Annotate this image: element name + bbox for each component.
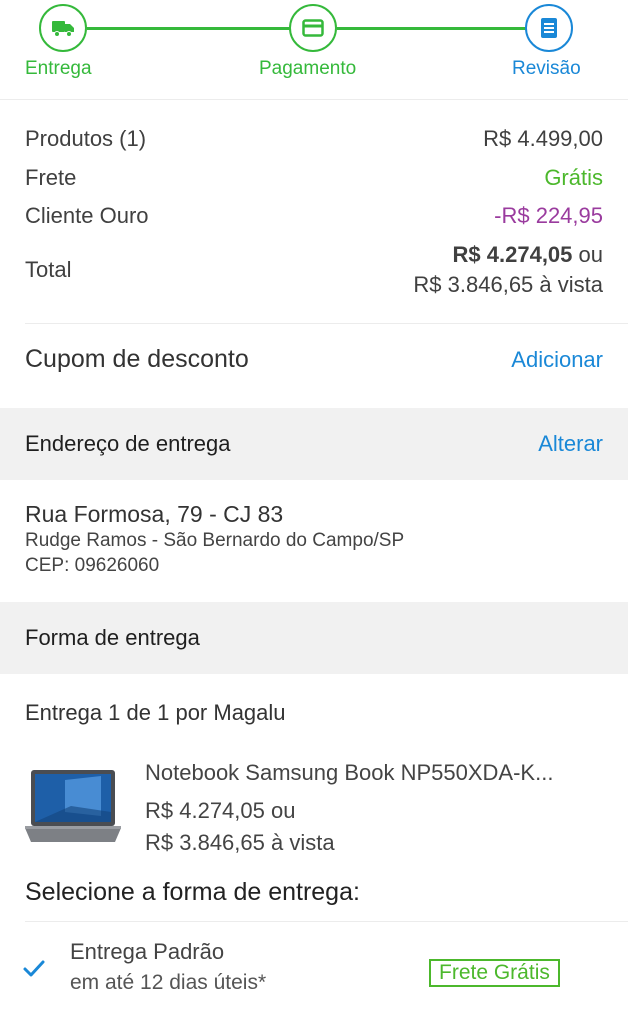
address-section-title: Endereço de entrega: [25, 431, 231, 456]
shipping-option-name: Entrega Padrão: [70, 939, 225, 964]
product-price: R$ 4.274,05 ou: [145, 798, 296, 823]
step-pagamento[interactable]: [289, 4, 337, 52]
gold-customer-discount: -R$ 224,95: [494, 203, 603, 228]
delivery-section-title: Forma de entrega: [25, 625, 200, 650]
gold-customer-row: Cliente Ouro -R$ 224,95: [25, 203, 603, 229]
shipping-option-eta: em até 12 dias úteis*: [70, 971, 267, 994]
total-cash: R$ 3.846,65 à vista: [413, 272, 603, 297]
checkmark-icon: [23, 960, 45, 977]
total-row: Total R$ 4.274,05 ou R$ 3.846,65 à vista: [25, 240, 603, 300]
total-or: ou: [572, 242, 603, 267]
document-list-icon: [541, 18, 557, 38]
address-section-header: Endereço de entrega Alterar: [0, 408, 628, 480]
shipping-options-title: Selecione a forma de entrega:: [25, 878, 360, 906]
checkout-stepper: Entrega Pagamento Revisão: [0, 0, 628, 100]
step-line-2: [337, 27, 527, 30]
total-values: R$ 4.274,05 ou R$ 3.846,65 à vista: [413, 240, 603, 300]
truck-icon: [52, 21, 74, 37]
step-label-pagamento: Pagamento: [259, 58, 357, 79]
total-label: Total: [25, 257, 72, 282]
delivery-count-prefix: Entrega: [25, 700, 109, 725]
step-entrega[interactable]: [39, 4, 87, 52]
step-label-entrega: Entrega: [25, 58, 92, 79]
delivery-seller: por Magalu: [169, 700, 286, 725]
gold-customer-label: Cliente Ouro: [25, 203, 149, 228]
step-line-1: [87, 27, 291, 30]
coupon-row: Cupom de desconto Adicionar: [25, 345, 603, 374]
total-value: R$ 4.274,05: [452, 242, 573, 267]
address-street: Rua Formosa, 79 - CJ 83: [25, 501, 284, 527]
products-row: Produtos (1) R$ 4.499,00: [25, 126, 603, 152]
product-name: Notebook Samsung Book NP550XDA-K...: [145, 760, 554, 785]
shipping-row: Frete Grátis: [25, 165, 603, 191]
step-revisao[interactable]: [525, 4, 573, 52]
delivery-section-header: Forma de entrega: [0, 602, 628, 674]
coupon-label: Cupom de desconto: [25, 345, 249, 373]
shipping-option-standard[interactable]: Entrega Padrão em até 12 dias úteis* Fre…: [0, 935, 628, 1005]
address-cep: CEP: 09626060: [25, 555, 160, 576]
delivery-count-value: 1 de 1: [108, 700, 170, 725]
products-label: Produtos (1): [25, 126, 147, 151]
shipping-label: Frete: [25, 165, 77, 190]
add-coupon-link[interactable]: Adicionar: [511, 347, 603, 373]
shipping-value: Grátis: [544, 165, 603, 190]
product-cash-price: R$ 3.846,65 à vista: [145, 830, 335, 855]
change-address-link[interactable]: Alterar: [538, 431, 603, 457]
delivery-address: Rua Formosa, 79 - CJ 83 Rudge Ramos - Sã…: [25, 500, 404, 578]
products-value: R$ 4.499,00: [483, 126, 603, 151]
laptop-icon: [25, 770, 121, 842]
free-shipping-badge: Frete Grátis: [429, 959, 560, 987]
delivery-count: Entrega 1 de 1 por Magalu: [25, 700, 286, 726]
address-district: Rudge Ramos - São Bernardo do Campo/SP: [25, 530, 405, 551]
step-label-revisao: Revisão: [512, 58, 581, 79]
summary-divider: [25, 323, 628, 324]
product-item[interactable]: Notebook Samsung Book NP550XDA-K... R$ 4…: [25, 758, 605, 868]
shipping-options-divider: [25, 921, 628, 922]
credit-card-icon: [302, 19, 324, 37]
